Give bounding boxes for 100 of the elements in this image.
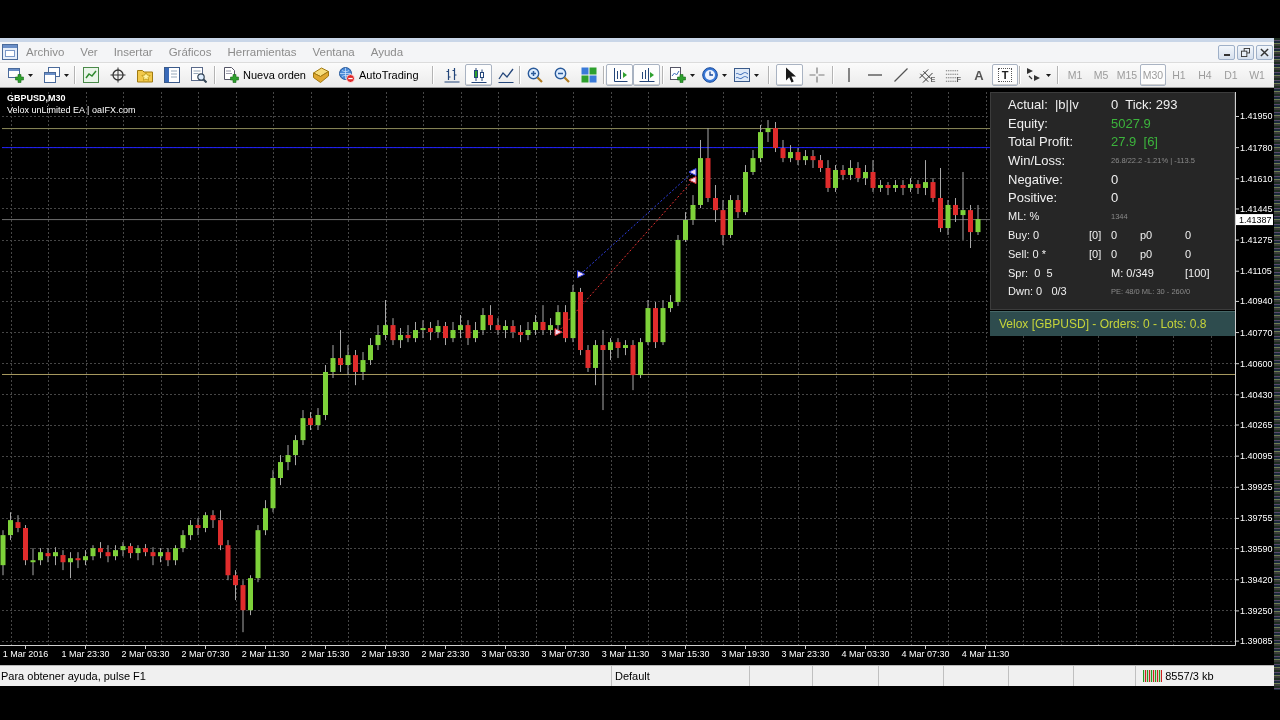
candle-wick xyxy=(737,194,739,219)
candle-body xyxy=(578,291,583,350)
menu-item[interactable]: Ventana xyxy=(304,43,363,61)
price-tick-label: 1.40600 xyxy=(1240,358,1273,369)
candle-body xyxy=(765,128,771,133)
candle-body xyxy=(488,315,493,326)
info-value: p0 xyxy=(1140,247,1153,260)
candle-wick xyxy=(430,321,431,341)
candle-wick xyxy=(167,547,169,567)
candle-body xyxy=(953,205,958,216)
caret-icon xyxy=(1045,73,1051,77)
candle-wick xyxy=(62,549,64,571)
candle-body xyxy=(315,415,321,426)
candle-wick xyxy=(287,444,289,471)
candle-body xyxy=(938,198,943,229)
trade-marker-icon xyxy=(577,270,585,279)
candle-body xyxy=(270,478,276,509)
crosshair-icon xyxy=(808,67,825,83)
period-button[interactable]: H4 xyxy=(1192,64,1218,86)
period-button[interactable]: W1 xyxy=(1244,64,1270,86)
info-value: [0] xyxy=(1089,229,1102,242)
candle-body xyxy=(188,525,193,536)
candle-body xyxy=(240,585,246,611)
candle-wick xyxy=(977,204,979,236)
candle-wick xyxy=(265,499,266,536)
vertical-line-icon xyxy=(848,68,850,82)
auto-scroll-button[interactable] xyxy=(633,64,660,86)
trend-window-icon xyxy=(82,67,99,83)
candle-body xyxy=(855,168,861,179)
info-value: 0 xyxy=(1185,247,1192,260)
candle-wick xyxy=(377,324,379,351)
menu-item[interactable]: Archivo xyxy=(18,43,73,61)
candle-wick xyxy=(827,159,829,193)
candle-wick xyxy=(47,547,49,563)
candle-wick xyxy=(475,321,476,343)
candle-body xyxy=(720,210,726,235)
candle-wick xyxy=(542,304,544,336)
candle-wick xyxy=(812,149,814,169)
period-button[interactable]: M30 xyxy=(1140,64,1166,86)
autotrading-button[interactable]: AutoTrading xyxy=(335,64,428,86)
menu-item[interactable]: Insertar xyxy=(105,43,161,61)
minimize-button[interactable] xyxy=(1218,44,1235,60)
info-label: ML: % xyxy=(1008,210,1040,223)
period-button[interactable]: M5 xyxy=(1088,64,1114,86)
candle-wick xyxy=(535,314,536,336)
info-label: Equity: xyxy=(1008,115,1048,131)
period-button[interactable]: H1 xyxy=(1166,64,1192,86)
menu-item[interactable]: Herramientas xyxy=(219,43,305,61)
candle-wick xyxy=(715,184,716,223)
restore-button[interactable] xyxy=(1237,44,1254,60)
menu-item[interactable]: Gráficos xyxy=(160,43,220,61)
info-value: 5027.9 xyxy=(1111,115,1151,131)
info-value: 0 xyxy=(1111,190,1119,206)
candle-body xyxy=(968,210,973,233)
close-button[interactable] xyxy=(1256,44,1273,60)
candle-wick xyxy=(362,351,364,381)
candle-body xyxy=(833,170,838,188)
text-label-tool-button[interactable]: T xyxy=(992,64,1018,86)
candle-body xyxy=(255,530,261,579)
candle-body xyxy=(23,528,28,561)
candle-wick xyxy=(452,321,454,343)
bars-arrow-icon xyxy=(638,67,655,83)
time-tick-label: 3 Mar 15:30 xyxy=(661,649,710,659)
period-button[interactable]: M1 xyxy=(1062,64,1088,86)
candle-wick xyxy=(497,317,499,336)
info-label: Buy: 0 xyxy=(1008,229,1040,242)
menu-item[interactable]: Ayuda xyxy=(362,43,412,61)
period-button[interactable]: D1 xyxy=(1218,64,1244,86)
new-order-button[interactable]: Nueva orden xyxy=(219,64,306,86)
traffic-counter: 8557/3 kb xyxy=(1165,670,1214,682)
time-tick-label: 3 Mar 23:30 xyxy=(781,649,830,659)
candle-wick xyxy=(835,164,836,193)
summary-bar: Velox [GBPUSD] - Orders: 0 - Lots: 0.8 xyxy=(990,310,1235,336)
candle-body xyxy=(863,172,868,179)
candle-wick xyxy=(445,321,446,346)
candle-wick xyxy=(962,171,964,241)
candle-wick xyxy=(685,211,686,243)
time-tick-label: 4 Mar 07:30 xyxy=(901,649,950,659)
info-label: Sell: 0 * xyxy=(1008,247,1046,260)
candle-wick xyxy=(925,159,926,196)
text-tool-button[interactable]: A xyxy=(966,64,992,86)
candle-wick xyxy=(182,529,184,553)
bars-arrow-icon xyxy=(611,67,628,83)
chart-shift-button[interactable] xyxy=(606,64,633,86)
time-tick-label: 3 Mar 07:30 xyxy=(541,649,590,659)
cursor-button[interactable] xyxy=(776,64,803,86)
candle-body xyxy=(683,220,688,240)
period-button[interactable]: M15 xyxy=(1114,64,1140,86)
candle-wick xyxy=(190,519,191,541)
candle-wick xyxy=(512,319,514,339)
candle-body xyxy=(780,148,786,159)
candle-wick xyxy=(460,314,461,339)
menu-item[interactable]: Ver xyxy=(72,43,106,61)
candle-wick xyxy=(887,181,889,196)
candle-body xyxy=(8,520,13,536)
candlestick-chart-button[interactable] xyxy=(465,64,492,86)
candle-body xyxy=(293,440,298,456)
candle-wick xyxy=(482,307,484,336)
price-tick-label: 1.39590 xyxy=(1240,543,1273,554)
candle-body xyxy=(473,330,478,339)
